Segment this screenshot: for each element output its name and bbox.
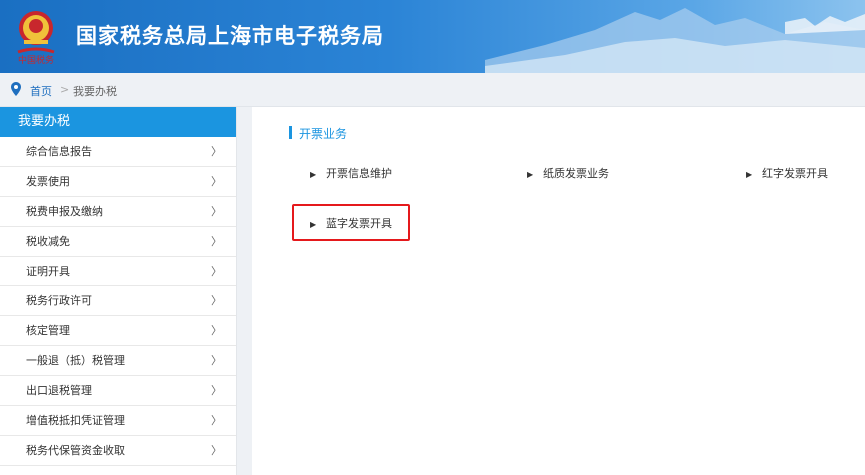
chevron-right-icon: 〉 xyxy=(211,414,222,428)
chevron-right-icon: 〉 xyxy=(211,174,222,188)
sidebar-item-label: 综合信息报告 xyxy=(26,145,92,158)
site-title: 国家税务总局上海市电子税务局 xyxy=(76,24,384,48)
link-label: 纸质发票业务 xyxy=(543,167,609,180)
sidebar-item-label: 税务代保管资金收取 xyxy=(26,443,125,457)
location-pin-icon xyxy=(11,82,21,96)
link-paper-invoice[interactable]: ▶ 纸质发票业务 xyxy=(527,165,609,181)
sidebar-item-label: 一般退（抵）税管理 xyxy=(26,354,125,368)
sidebar-item-comprehensive-report[interactable]: 综合信息报告 〉 xyxy=(0,137,236,167)
section-title-marker xyxy=(289,126,292,139)
sidebar-item-vat-deduction[interactable]: 增值税抵扣凭证管理 〉 xyxy=(0,406,236,436)
sidebar-item-label: 出口退税管理 xyxy=(26,384,92,398)
breadcrumb-separator: > xyxy=(60,83,70,96)
link-label: 红字发票开具 xyxy=(762,167,828,180)
chevron-right-icon: 〉 xyxy=(211,145,222,158)
section-title: 开票业务 xyxy=(299,127,348,141)
sidebar-item-tax-relief[interactable]: 税收减免 〉 xyxy=(0,227,236,257)
sidebar-item-label: 税费申报及缴纳 xyxy=(26,204,103,218)
sidebar-item-assessment[interactable]: 核定管理 〉 xyxy=(0,316,236,347)
sidebar-item-admin-permit[interactable]: 税务行政许可 〉 xyxy=(0,286,236,317)
main-content-panel xyxy=(252,107,865,475)
sidebar-item-tax-filing[interactable]: 税费申报及缴纳 〉 xyxy=(0,197,236,227)
emblem-caption: 中国税务 xyxy=(18,54,54,66)
sidebar-item-export-refund[interactable]: 出口退税管理 〉 xyxy=(0,376,236,407)
sidebar-item-certificate[interactable]: 证明开具 〉 xyxy=(0,257,236,287)
sidebar-item-label: 发票使用 xyxy=(26,174,70,188)
breadcrumb xyxy=(0,73,865,107)
chevron-right-icon: 〉 xyxy=(211,324,222,338)
site-header: 中国税务 国家税务总局上海市电子税务局 xyxy=(0,0,865,73)
arrow-right-icon: ▶ xyxy=(746,170,753,179)
highlight-box xyxy=(292,204,410,241)
chevron-right-icon: 〉 xyxy=(211,354,222,368)
sidebar-item-label: 核定管理 xyxy=(26,324,70,338)
chevron-right-icon: 〉 xyxy=(211,294,222,308)
breadcrumb-current: 我要办税 xyxy=(73,85,117,98)
chevron-right-icon: 〉 xyxy=(211,204,222,218)
sidebar-item-custody-funds[interactable]: 税务代保管资金收取 〉 xyxy=(0,436,236,466)
sidebar-title: 我要办税 xyxy=(0,107,236,137)
sidebar-item-label: 增值税抵扣凭证管理 xyxy=(26,414,125,428)
link-red-invoice[interactable]: ▶ 红字发票开具 xyxy=(746,165,828,181)
link-label: 开票信息维护 xyxy=(326,167,392,180)
arrow-right-icon: ▶ xyxy=(310,170,317,179)
chevron-right-icon: 〉 xyxy=(211,264,222,278)
chevron-right-icon: 〉 xyxy=(211,443,222,457)
link-invoice-info-maintenance[interactable]: ▶ 开票信息维护 xyxy=(310,165,392,181)
sidebar-item-label: 税务行政许可 xyxy=(26,294,92,308)
sidebar: 我要办税 综合信息报告〉 发票使用〉 税费申报及缴纳〉 税收减免〉 证明开具〉 … xyxy=(0,107,237,475)
arrow-right-icon: ▶ xyxy=(527,170,534,179)
sidebar-item-refund[interactable]: 一般退（抵）税管理 〉 xyxy=(0,346,236,377)
chevron-right-icon: 〉 xyxy=(211,384,222,398)
chevron-right-icon: 〉 xyxy=(211,234,222,248)
sidebar-item-label: 税收减免 xyxy=(26,234,70,248)
tax-emblem-logo: 中国税务 xyxy=(17,11,55,66)
breadcrumb-home-link[interactable]: 首页 xyxy=(30,83,52,99)
sidebar-item-invoice-use[interactable]: 发票使用 〉 xyxy=(0,167,236,197)
mountain-banner-image xyxy=(485,8,865,73)
sidebar-item-label: 证明开具 xyxy=(26,264,70,278)
